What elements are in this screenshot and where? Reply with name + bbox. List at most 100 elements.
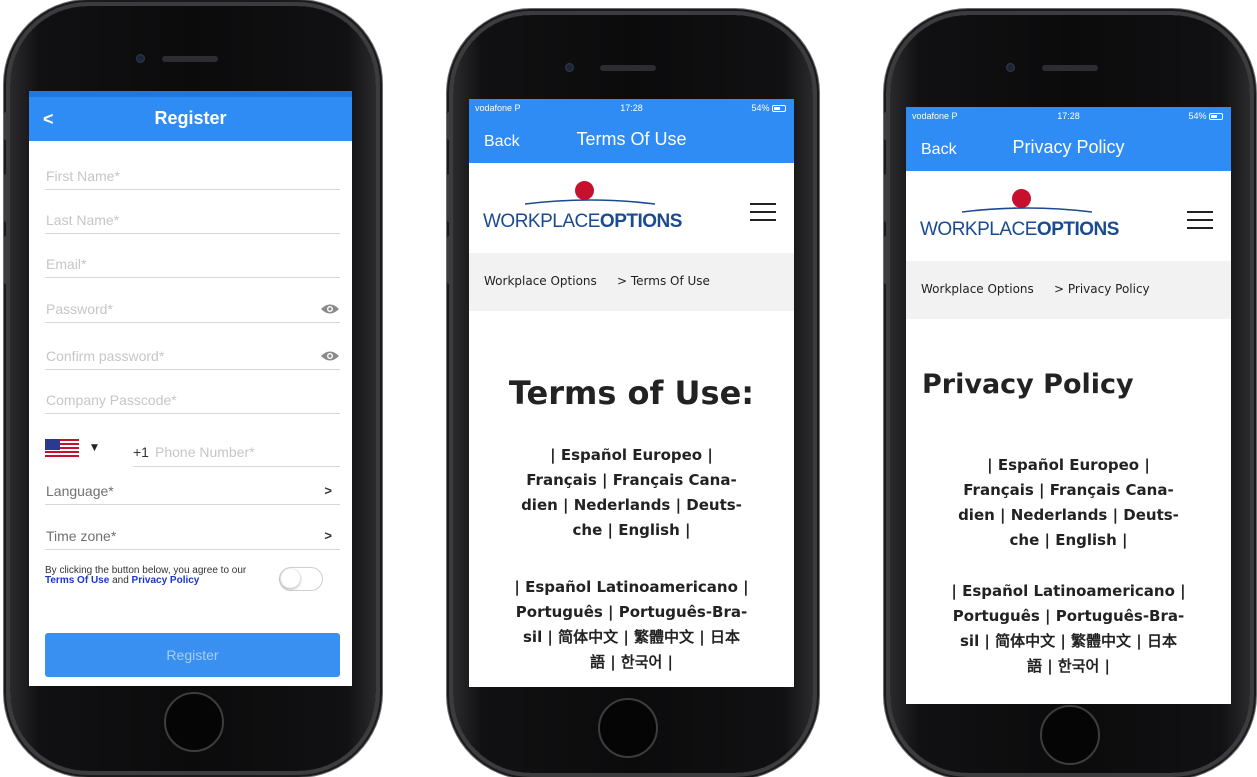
language-line[interactable]: 語 | 한국어 | [906, 654, 1231, 679]
nav-bar: Back Terms Of Use [469, 119, 794, 163]
front-camera [565, 63, 574, 72]
breadcrumb-home[interactable]: Workplace Options [484, 274, 597, 288]
battery-percent: 54% [1188, 111, 1207, 121]
privacy-policy-link[interactable]: Privacy Policy [132, 575, 200, 586]
nav-bar: Back Privacy Policy [906, 127, 1231, 171]
email-placeholder: Email* [46, 256, 87, 272]
language-line[interactable]: | Español Europeo | [469, 443, 794, 468]
nav-title: Privacy Policy [1012, 137, 1125, 157]
hamburger-menu-icon[interactable] [1187, 211, 1213, 229]
breadcrumb: Workplace Options > Privacy Policy [906, 261, 1231, 319]
logo-suffix: OPTIONS [1036, 219, 1120, 240]
language-line[interactable]: | Español Latinoamericano | [906, 579, 1231, 604]
eye-icon[interactable] [320, 350, 340, 362]
earpiece-speaker [600, 65, 656, 71]
language-line[interactable]: che | English | [469, 518, 794, 543]
logo-prefix: WORKPLACE [920, 219, 1037, 240]
mute-switch [4, 112, 9, 140]
privacy-webview: vodafone P 17:28 54% Back Privacy Policy… [906, 107, 1231, 704]
terms-of-use-link[interactable]: Terms Of Use [45, 575, 109, 586]
language-line[interactable]: Português | Português-Bra- [469, 600, 794, 625]
caret-down-icon[interactable]: ▼ [91, 443, 98, 453]
status-time: 17:28 [620, 103, 643, 113]
phone-frame-register: < Register First Name* Last Name* Email*… [10, 6, 376, 771]
volume-up-button [4, 174, 9, 222]
home-button[interactable] [598, 698, 658, 758]
phone-number-input[interactable]: +1 Phone Number* [133, 431, 340, 467]
page-heading: Privacy Policy [922, 369, 1134, 400]
earpiece-speaker [162, 56, 218, 62]
battery-icon [772, 105, 786, 112]
language-line[interactable]: sil | 简体中文 | 繁體中文 | 日本 [906, 629, 1231, 654]
confirm-password-field[interactable]: Confirm password* [45, 334, 340, 370]
logo-prefix: WORKPLACE [483, 211, 600, 232]
language-line[interactable]: sil | 简体中文 | 繁體中文 | 日本 [469, 625, 794, 650]
battery-icon [1209, 113, 1223, 120]
logo-swoosh [962, 207, 1092, 213]
home-button[interactable] [164, 692, 224, 752]
phone-frame-privacy: vodafone P 17:28 54% Back Privacy Policy… [890, 15, 1250, 773]
agreement-and: and [109, 575, 132, 586]
register-header: < Register [29, 91, 352, 141]
status-bar: vodafone P 17:28 54% [906, 107, 1231, 127]
breadcrumb-home[interactable]: Workplace Options [921, 282, 1034, 296]
language-links-group-1: | Español Europeo | Français | Français … [469, 443, 794, 543]
logo-text: WORKPLACEOPTIONS [483, 211, 682, 233]
language-line[interactable]: Français | Français Cana- [906, 478, 1231, 503]
language-line[interactable]: dien | Nederlands | Deuts- [469, 493, 794, 518]
breadcrumb-current: > Privacy Policy [1054, 282, 1150, 296]
language-links-group-1: | Español Europeo | Français | Français … [906, 453, 1231, 553]
company-passcode-field[interactable]: Company Passcode* [45, 378, 340, 414]
logo-swoosh [525, 199, 655, 205]
email-field[interactable]: Email* [45, 242, 340, 278]
home-button[interactable] [1040, 705, 1100, 765]
language-line[interactable]: | Español Europeo | [906, 453, 1231, 478]
hamburger-menu-icon[interactable] [750, 203, 776, 221]
phone-frame-terms: vodafone P 17:28 54% Back Terms Of Use W… [453, 15, 813, 773]
site-header: WORKPLACEOPTIONS [469, 163, 794, 253]
timezone-select[interactable]: Time zone* > [45, 514, 340, 550]
workplace-options-logo[interactable]: WORKPLACEOPTIONS [920, 189, 1120, 249]
company-passcode-placeholder: Company Passcode* [46, 392, 177, 408]
password-placeholder: Password* [46, 301, 113, 317]
eye-icon[interactable] [320, 303, 340, 315]
page-title: Register [154, 108, 227, 128]
language-line[interactable]: dien | Nederlands | Deuts- [906, 503, 1231, 528]
confirm-password-placeholder: Confirm password* [46, 348, 165, 364]
last-name-placeholder: Last Name* [46, 212, 120, 228]
mute-switch [447, 112, 452, 140]
breadcrumb-current: > Terms Of Use [617, 274, 710, 288]
breadcrumb: Workplace Options > Terms Of Use [469, 253, 794, 311]
status-bar: vodafone P 17:28 54% [469, 99, 794, 119]
volume-down-button [447, 236, 452, 284]
password-field[interactable]: Password* [45, 287, 340, 323]
language-select[interactable]: Language* > [45, 469, 340, 505]
last-name-field[interactable]: Last Name* [45, 198, 340, 234]
country-code: +1 [133, 444, 149, 460]
chevron-right-icon: > [324, 528, 332, 543]
status-time: 17:28 [1057, 111, 1080, 121]
volume-down-button [4, 236, 9, 284]
volume-up-button [884, 174, 889, 222]
timezone-label: Time zone* [46, 528, 117, 544]
toggle-knob [281, 569, 300, 588]
language-line[interactable]: 語 | 한국어 | [469, 650, 794, 675]
front-camera [136, 54, 145, 63]
phone-number-placeholder: Phone Number* [155, 444, 255, 460]
register-button[interactable]: Register [45, 633, 340, 677]
language-line[interactable]: Português | Português-Bra- [906, 604, 1231, 629]
us-flag-icon[interactable] [45, 439, 79, 459]
front-camera [1006, 63, 1015, 72]
workplace-options-logo[interactable]: WORKPLACEOPTIONS [483, 181, 683, 241]
language-line[interactable]: Français | Français Cana- [469, 468, 794, 493]
volume-up-button [447, 174, 452, 222]
logo-text: WORKPLACEOPTIONS [920, 219, 1119, 241]
logo-suffix: OPTIONS [599, 211, 683, 232]
battery-indicator: 54% [1188, 111, 1223, 121]
language-line[interactable]: che | English | [906, 528, 1231, 553]
earpiece-speaker [1042, 65, 1098, 71]
first-name-field[interactable]: First Name* [45, 154, 340, 190]
agree-toggle[interactable] [279, 567, 323, 591]
register-screen: < Register First Name* Last Name* Email*… [29, 91, 352, 686]
language-line[interactable]: | Español Latinoamericano | [469, 575, 794, 600]
